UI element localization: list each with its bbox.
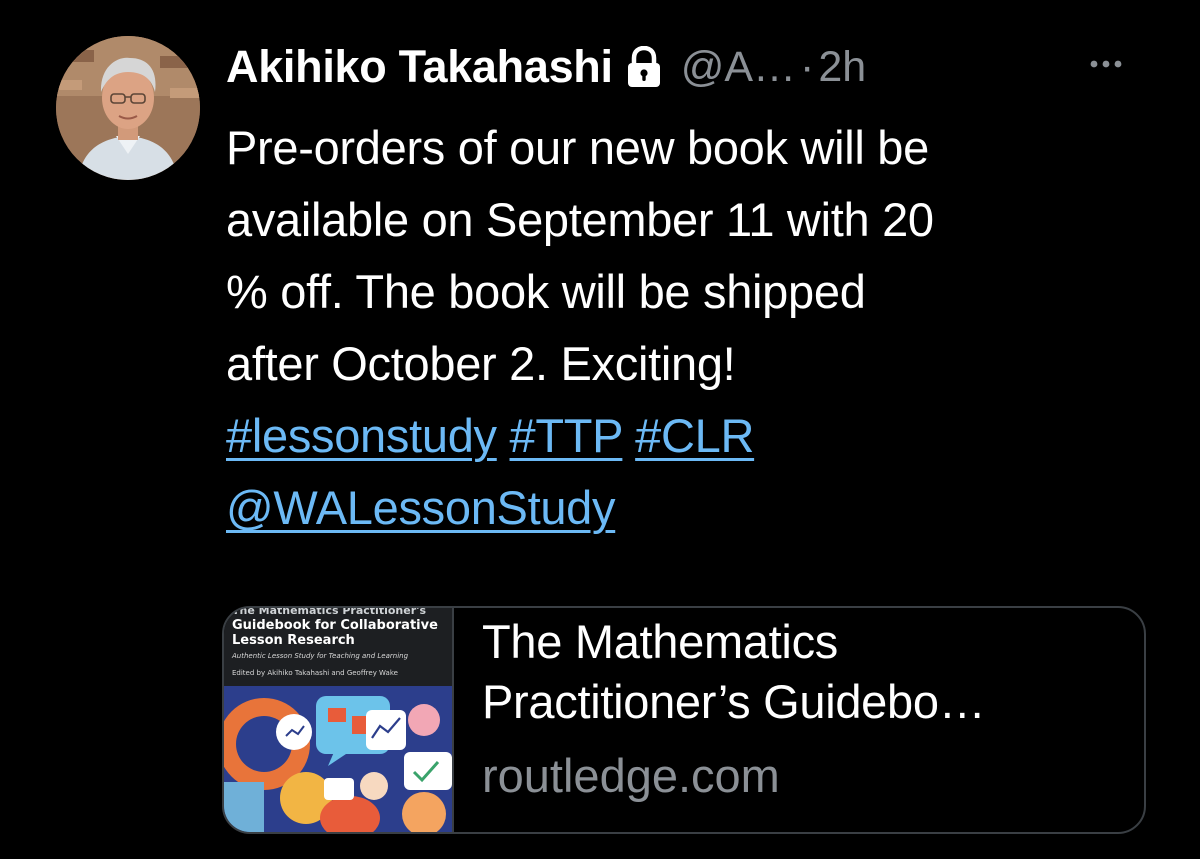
hashtag-row: #lessonstudy #TTP #CLR (226, 400, 1146, 472)
link-card-info[interactable]: The Mathematics Practitioner’s Guidebo… … (454, 608, 1144, 832)
more-horizontal-icon[interactable] (1086, 44, 1126, 84)
link-card-domain: routledge.com (482, 749, 780, 802)
author-handle[interactable]: @A… (681, 43, 796, 92)
tweet-header: Akihiko Takahashi @A… · 2h (226, 36, 1186, 98)
lock-icon (625, 45, 663, 88)
cover-series: The Mathematics Practitioner's (232, 608, 427, 616)
cover-title-line: Lesson Research (232, 633, 355, 648)
cover-title-line: Guidebook for Collaborative (232, 618, 438, 633)
tweet-text: Pre-orders of our new book will be avail… (226, 112, 1146, 544)
tweet-text-line: available on September 11 with 20 (226, 193, 934, 246)
book-cover-illustration (224, 686, 452, 832)
author-avatar[interactable] (56, 36, 200, 180)
hashtag-ttp[interactable]: #TTP (510, 409, 623, 462)
hashtag-lessonstudy[interactable]: #lessonstudy (226, 409, 497, 462)
tweet-text-line: Pre-orders of our new book will be (226, 121, 929, 174)
tweet-text-line: % off. The book will be shipped (226, 265, 866, 318)
author-display-name[interactable]: Akihiko Takahashi (226, 41, 613, 93)
link-card-title: The Mathematics Practitioner’s Guidebo… (482, 612, 1144, 732)
tweet-timestamp[interactable]: 2h (818, 43, 866, 92)
book-cover-text: The Mathematics Practitioner's Guidebook… (232, 608, 444, 677)
mention-walessonstudy[interactable]: @WALessonStudy (226, 481, 616, 534)
header-separator: · (800, 42, 815, 91)
tweet-text-line: after October 2. Exciting! (226, 337, 736, 390)
mention-row: @WALessonStudy (226, 472, 1146, 544)
book-cover-image[interactable]: The Mathematics Practitioner's Guidebook… (224, 608, 454, 832)
link-card-title-line: The Mathematics (482, 615, 838, 668)
cover-title: Guidebook for Collaborative Lesson Resea… (232, 618, 444, 648)
hashtag-clr[interactable]: #CLR (635, 409, 754, 462)
tweet[interactable]: Akihiko Takahashi @A… · 2h Pre-orders of… (0, 0, 1200, 859)
link-preview-card[interactable]: The Mathematics Practitioner's Guidebook… (222, 606, 1146, 834)
cover-subtitle: Authentic Lesson Study for Teaching and … (232, 652, 409, 660)
profile-photo-icon (56, 36, 200, 180)
cover-editors: Edited by Akihiko Takahashi and Geoffrey… (232, 669, 398, 677)
link-card-title-line: Practitioner’s Guidebo… (482, 675, 986, 728)
